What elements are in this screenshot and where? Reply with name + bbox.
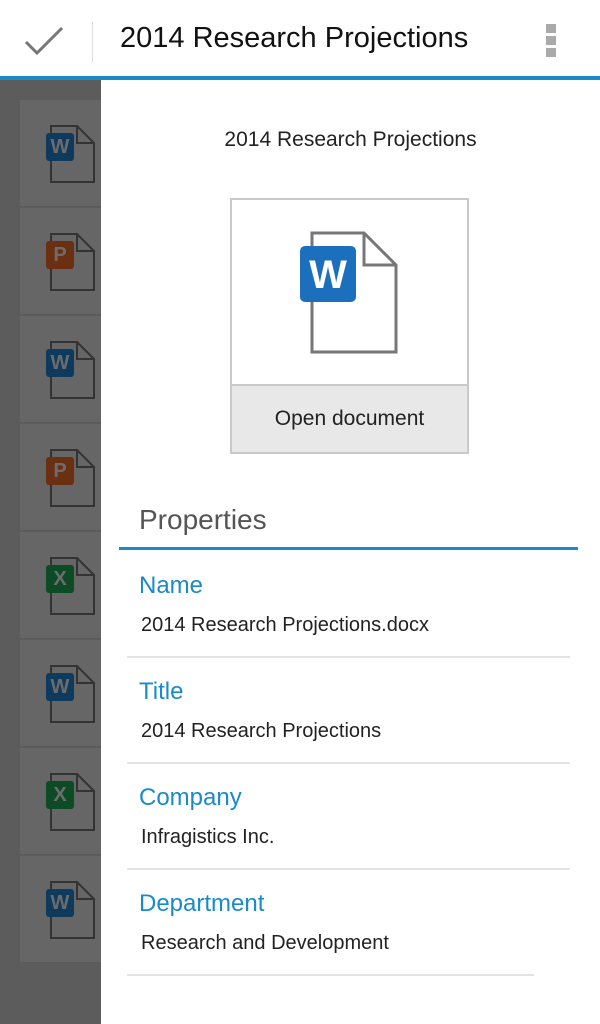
file-list-item[interactable]: X bbox=[20, 532, 101, 639]
property-label: Company bbox=[139, 784, 242, 811]
excel-icon: X bbox=[46, 781, 74, 809]
details-panel: 2014 Research Projections W Open documen… bbox=[101, 80, 600, 1024]
app-bar: 2014 Research Projections bbox=[0, 0, 600, 80]
property-value: 2014 Research Projections bbox=[141, 720, 382, 742]
file-list-item[interactable]: P bbox=[20, 424, 101, 531]
property-name: Name 2014 Research Projections.docx bbox=[127, 552, 570, 658]
file-list-item[interactable]: W bbox=[20, 100, 101, 207]
property-label: Department bbox=[139, 890, 265, 917]
property-value: Infragistics Inc. bbox=[141, 826, 275, 848]
page-title: 2014 Research Projections bbox=[120, 22, 469, 54]
file-list-item[interactable]: X bbox=[20, 748, 101, 855]
word-document-icon: W bbox=[300, 231, 398, 354]
properties-divider bbox=[119, 547, 578, 550]
property-value: Research and Development bbox=[141, 932, 389, 954]
document-title: 2014 Research Projections bbox=[224, 128, 477, 151]
property-value: 2014 Research Projections.docx bbox=[141, 614, 429, 636]
file-list: W P W P X W X W bbox=[0, 80, 101, 1024]
open-document-button[interactable]: Open document bbox=[232, 384, 467, 452]
word-icon: W bbox=[46, 673, 74, 701]
divider bbox=[92, 22, 93, 62]
property-title: Title 2014 Research Projections bbox=[127, 658, 570, 764]
word-icon: W bbox=[46, 349, 74, 377]
excel-icon: X bbox=[46, 565, 74, 593]
file-list-item[interactable]: P bbox=[20, 208, 101, 315]
word-icon: W bbox=[46, 133, 74, 161]
powerpoint-icon: P bbox=[46, 457, 74, 485]
overflow-menu-icon[interactable] bbox=[546, 24, 556, 60]
document-preview[interactable]: W Open document bbox=[230, 198, 469, 454]
file-list-item[interactable]: W bbox=[20, 856, 101, 963]
property-department: Department Research and Development bbox=[127, 870, 534, 976]
word-icon: W bbox=[46, 889, 74, 917]
properties-heading: Properties bbox=[139, 504, 267, 535]
property-company: Company Infragistics Inc. bbox=[127, 764, 570, 870]
svg-text:W: W bbox=[309, 253, 347, 297]
file-list-item[interactable]: W bbox=[20, 316, 101, 423]
powerpoint-icon: P bbox=[46, 241, 74, 269]
file-list-item[interactable]: W bbox=[20, 640, 101, 747]
property-label: Title bbox=[139, 678, 184, 705]
property-label: Name bbox=[139, 572, 204, 599]
check-icon[interactable] bbox=[22, 24, 66, 58]
